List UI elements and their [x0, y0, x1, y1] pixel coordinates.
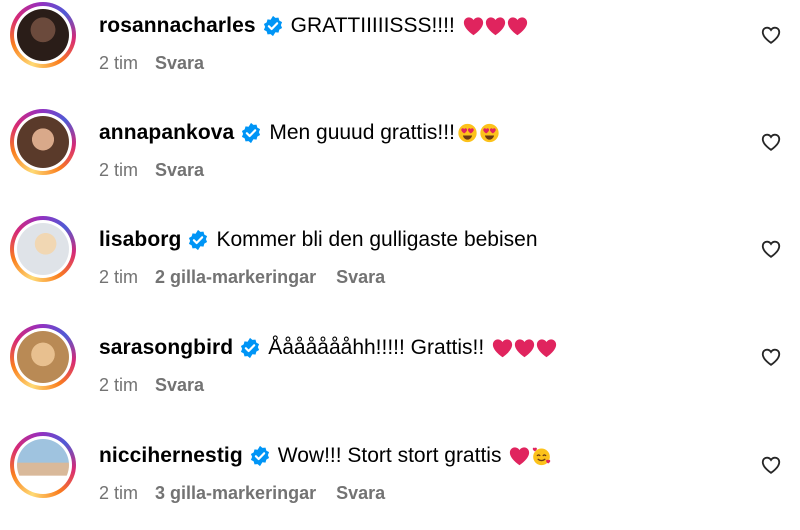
comment-text: Wow!!! Stort stort grattis [277, 444, 502, 467]
avatar [17, 331, 69, 383]
comment-timestamp[interactable]: 2 tim [99, 483, 138, 504]
comment-item: lisaborg Kommer bli den gulligaste bebis… [0, 214, 800, 314]
verified-badge-icon [242, 122, 261, 144]
comment-text: Men guuud grattis!!! [269, 121, 455, 144]
comment-item: sarasongbird Åååååååhh!!!!! Grattis!! 2 … [0, 322, 800, 422]
red-heart-icon [515, 339, 535, 358]
reply-button[interactable]: Svara [155, 160, 204, 181]
comment-username[interactable]: lisaborg [99, 228, 181, 252]
comment-item: annapankova Men guuud grattis!!! 2 tim S… [0, 107, 800, 207]
comment-emoji [492, 338, 557, 358]
comment-item: rosannacharles GRATTIIIIISSS!!!! 2 tim S… [0, 0, 800, 100]
likes-count[interactable]: 2 gilla-markeringar [155, 267, 316, 288]
heart-eyes-face-icon [458, 123, 477, 143]
reply-button[interactable]: Svara [155, 375, 204, 396]
red-heart-icon [463, 17, 483, 36]
smiling-face-with-hearts-icon [533, 447, 551, 466]
verified-badge-icon [250, 445, 269, 467]
red-heart-icon [510, 447, 530, 466]
like-heart-icon[interactable] [760, 238, 782, 260]
reply-button[interactable]: Svara [155, 53, 204, 74]
reply-button[interactable]: Svara [336, 483, 385, 504]
red-heart-icon [537, 339, 557, 358]
avatar [17, 9, 69, 61]
avatar [17, 223, 69, 275]
comment-text: Kommer bli den gulligaste bebisen [216, 228, 538, 251]
comment-text: Åååååååhh!!!!! Grattis!! [268, 336, 485, 359]
red-heart-icon [507, 17, 527, 36]
reply-button[interactable]: Svara [336, 267, 385, 288]
avatar [17, 116, 69, 168]
like-heart-icon[interactable] [760, 346, 782, 368]
heart-eyes-face-icon [480, 123, 499, 143]
avatar-story-ring[interactable] [10, 2, 76, 68]
comment-emoji [509, 446, 552, 466]
comment-username[interactable]: annapankova [99, 121, 234, 145]
verified-badge-icon [263, 15, 282, 37]
comment-username[interactable]: niccihernestig [99, 444, 243, 468]
avatar [17, 439, 69, 491]
comment-text: GRATTIIIIISSS!!!! [290, 14, 455, 37]
avatar-story-ring[interactable] [10, 216, 76, 282]
red-heart-icon [493, 339, 513, 358]
comment-timestamp[interactable]: 2 tim [99, 375, 138, 396]
comment-emoji [463, 16, 528, 36]
comment-username[interactable]: sarasongbird [99, 336, 233, 360]
red-heart-icon [485, 17, 505, 36]
comment-emoji [457, 123, 500, 143]
avatar-story-ring[interactable] [10, 109, 76, 175]
comment-item: niccihernestig Wow!!! Stort stort gratti… [0, 430, 800, 530]
like-heart-icon[interactable] [760, 24, 782, 46]
comment-username[interactable]: rosannacharles [99, 14, 256, 38]
likes-count[interactable]: 3 gilla-markeringar [155, 483, 316, 504]
verified-badge-icon [189, 229, 208, 251]
comment-timestamp[interactable]: 2 tim [99, 53, 138, 74]
avatar-story-ring[interactable] [10, 432, 76, 498]
avatar-story-ring[interactable] [10, 324, 76, 390]
like-heart-icon[interactable] [760, 454, 782, 476]
comment-timestamp[interactable]: 2 tim [99, 267, 138, 288]
comment-timestamp[interactable]: 2 tim [99, 160, 138, 181]
verified-badge-icon [241, 337, 260, 359]
like-heart-icon[interactable] [760, 131, 782, 153]
